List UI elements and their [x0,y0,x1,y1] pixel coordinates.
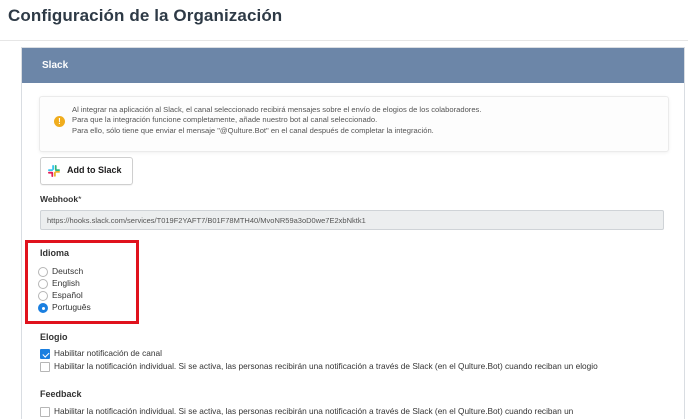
checkbox-individual-notification[interactable] [40,362,50,372]
checkbox-channel-notification[interactable] [40,349,50,359]
checkbox-feedback-notification[interactable] [40,407,50,417]
radio-label: Español [52,290,83,300]
language-title: Idioma [40,248,70,258]
info-text: Al integrar na aplicación al Slack, el c… [72,105,481,136]
radio-portugues[interactable] [38,303,48,313]
info-line: Para ello, sólo tiene que enviar el mens… [72,125,434,135]
radio-label: English [52,278,80,288]
info-line: Para que la integración funcione complet… [72,115,378,125]
title-divider [0,40,688,41]
radio-label: Português [52,302,91,312]
checkbox-label: Habilitar la notificación individual. Si… [54,406,574,416]
feedback-title: Feedback [40,389,82,399]
warning-info-icon: ! [54,116,65,127]
add-to-slack-button[interactable]: Add to Slack [40,157,133,185]
radio-deutsch[interactable] [38,267,48,277]
webhook-field[interactable]: https://hooks.slack.com/services/T019F2Y… [40,210,664,230]
add-to-slack-label: Add to Slack [67,165,122,175]
card-header: Slack [22,48,684,83]
webhook-label: Webhook* [40,194,82,204]
radio-label: Deutsch [52,266,84,276]
radio-english[interactable] [38,279,48,289]
info-line: Al integrar na aplicación al Slack, el c… [72,105,482,114]
slack-logo-icon [48,165,60,177]
radio-espanol[interactable] [38,291,48,301]
info-alert: ! Al integrar na aplicación al Slack, el… [39,96,669,152]
praise-title: Elogio [40,332,68,342]
slack-settings-card: Slack ! Al integrar na aplicación al Sla… [21,47,685,419]
checkbox-label: Habilitar notificación de canal [54,348,162,358]
page-title: Configuración de la Organización [8,6,283,25]
checkbox-label: Habilitar la notificación individual. Si… [54,361,598,371]
